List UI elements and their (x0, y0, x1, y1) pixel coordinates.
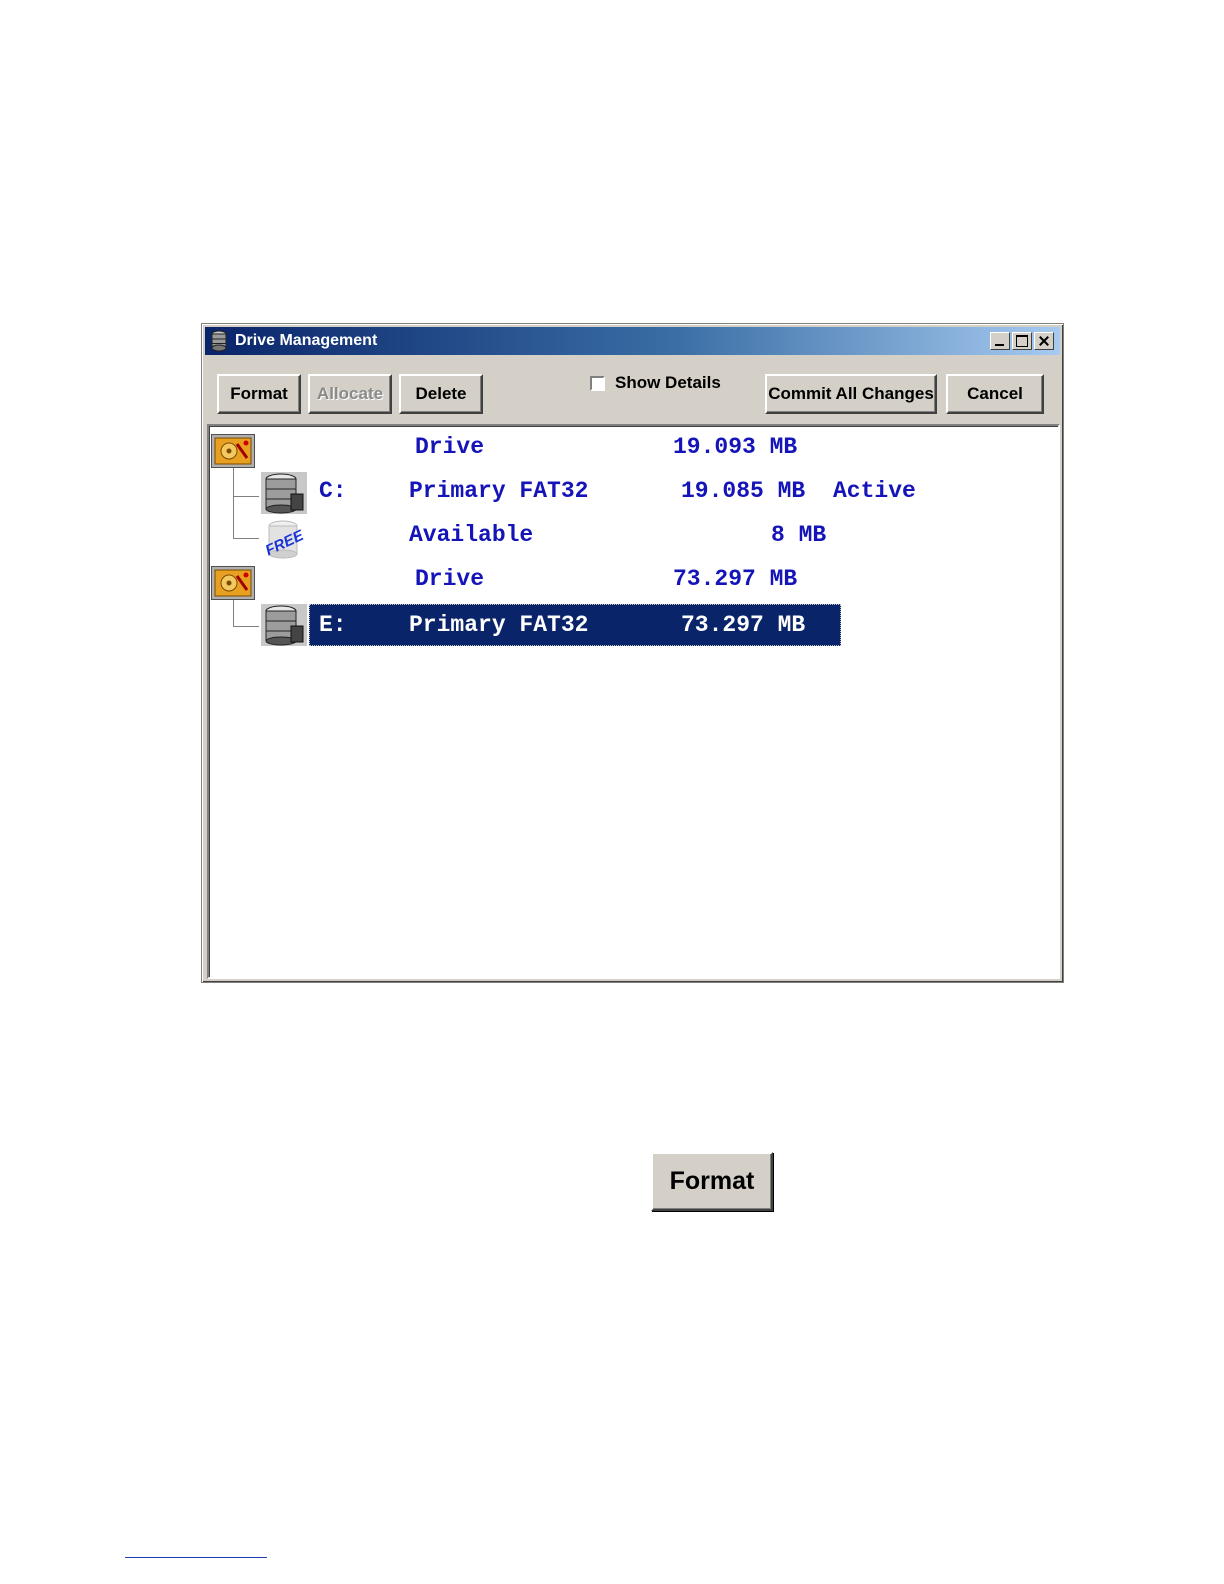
show-details-checkbox[interactable] (590, 375, 605, 391)
row-size: 19.085 MB (681, 478, 806, 504)
row-size: 8 MB (771, 522, 827, 548)
show-details-label: Show Details (615, 373, 721, 392)
tree-connector (233, 496, 259, 497)
minimize-icon[interactable] (990, 332, 1010, 350)
partition-icon (261, 472, 307, 519)
show-details-toggle[interactable]: Show Details (590, 373, 721, 393)
row-letter: E: (319, 612, 347, 638)
disk-stack-icon (209, 330, 229, 352)
row-type: Primary FAT32 (409, 612, 589, 638)
free-space-icon: FREE (261, 518, 307, 565)
maximize-icon[interactable] (1012, 332, 1032, 350)
drive-management-window: Drive Management Format Allocate Delete … (201, 323, 1064, 983)
delete-button[interactable]: Delete (399, 374, 483, 414)
tree-row-partition-c[interactable]: C: Primary FAT32 19.085 MB Active (313, 470, 1013, 512)
row-type: Drive (415, 434, 485, 460)
commit-all-changes-button[interactable]: Commit All Changes (765, 374, 937, 414)
row-letter: C: (319, 478, 347, 504)
drive-tree[interactable]: Drive 19.093 MB C: Primary FAT32 19.085 … (207, 424, 1060, 979)
hard-drive-icon (211, 566, 255, 605)
row-size: 73.297 MB (673, 566, 798, 592)
tree-connector (233, 626, 259, 627)
format-button-large[interactable]: Format (651, 1152, 773, 1211)
cancel-button[interactable]: Cancel (946, 374, 1044, 414)
title-bar[interactable]: Drive Management (205, 327, 1060, 355)
hard-drive-icon (211, 434, 255, 473)
window-controls (988, 332, 1054, 350)
partition-icon (261, 604, 307, 651)
tree-row-drive-1[interactable]: Drive 19.093 MB (415, 426, 1015, 468)
row-type: Available (409, 522, 534, 548)
tree-row-partition-e[interactable]: E: Primary FAT32 73.297 MB (309, 604, 841, 646)
window-title: Drive Management (235, 332, 378, 349)
row-size: 73.297 MB (681, 612, 806, 638)
allocate-button[interactable]: Allocate (308, 374, 392, 414)
tree-connector (233, 468, 234, 538)
tree-connector (233, 538, 259, 539)
footnote-divider (125, 1557, 267, 1558)
row-type: Primary FAT32 (409, 478, 589, 504)
tree-row-free-space[interactable]: Available 8 MB (409, 514, 909, 556)
row-status: Active (833, 478, 916, 504)
format-button[interactable]: Format (217, 374, 301, 414)
row-type: Drive (415, 566, 485, 592)
row-size: 19.093 MB (673, 434, 798, 460)
tree-row-drive-2[interactable]: Drive 73.297 MB (415, 558, 1015, 600)
close-icon[interactable] (1034, 332, 1054, 350)
